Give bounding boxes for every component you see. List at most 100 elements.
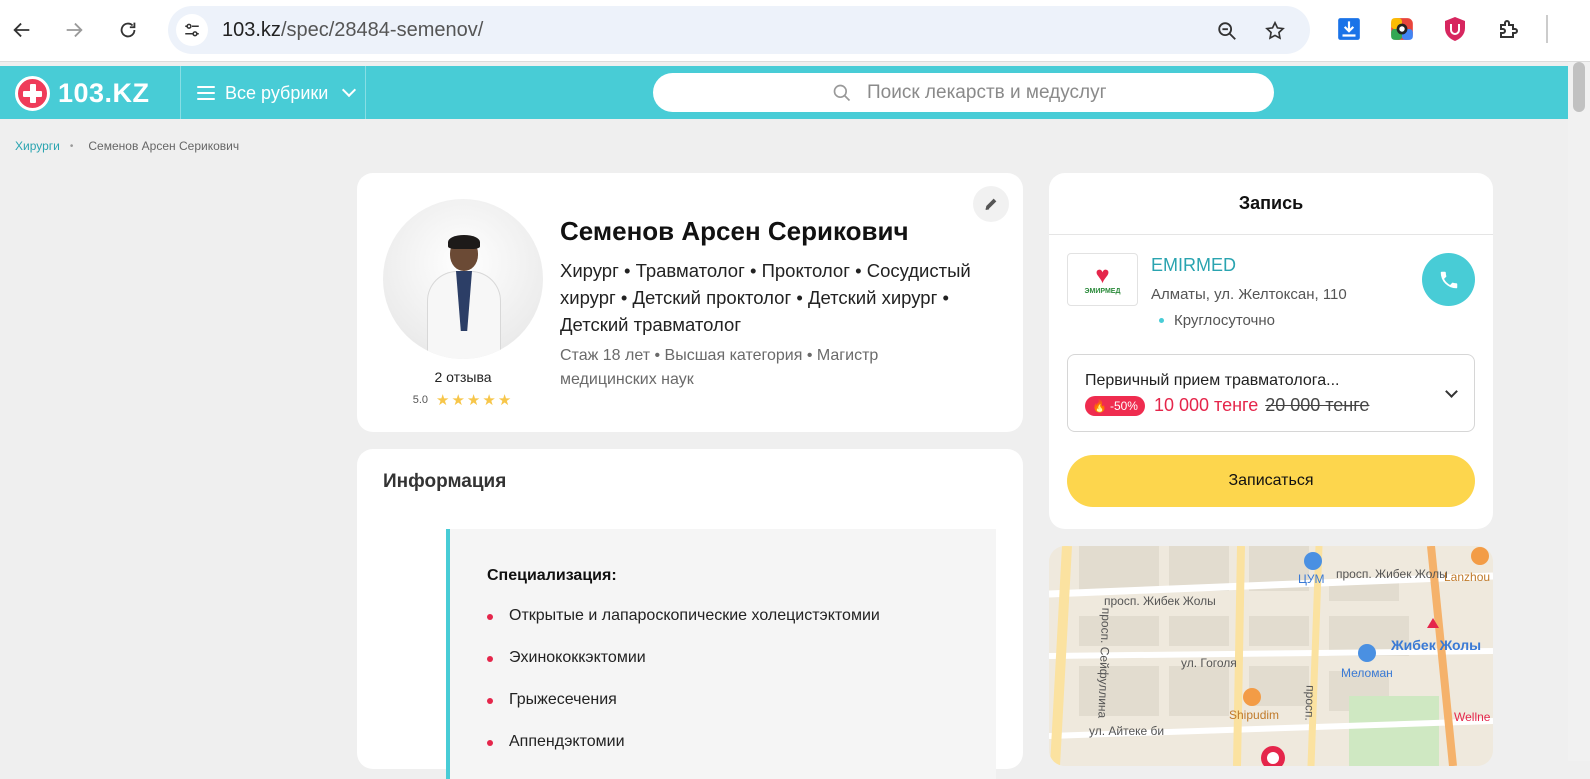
clinic-logo[interactable]: ♥ ЭМИРМЕД (1067, 253, 1138, 306)
search-input[interactable] (867, 81, 1247, 104)
star-outline-icon (1265, 20, 1285, 40)
browser-menu-divider (1542, 14, 1552, 44)
booking-card: Запись ♥ ЭМИРМЕД EMIRMED Алматы, ул. Жел… (1049, 173, 1493, 529)
forward-button[interactable] (58, 14, 90, 46)
clinic-hours-text: Круглосуточно (1174, 312, 1275, 329)
reload-icon (120, 22, 136, 38)
breadcrumb: Хирурги • Семенов Арсен Серикович (15, 139, 239, 153)
download-icon (1338, 18, 1360, 40)
map-label: Wellne (1454, 710, 1491, 724)
site-header: 103.KZ Все рубрики (0, 66, 1568, 119)
puzzle-icon (1500, 20, 1518, 38)
map-label: ул. Гоголя (1181, 656, 1237, 670)
doctor-name: Семенов Арсен Серикович (560, 216, 909, 246)
rating-value: 5.0 (412, 394, 429, 406)
tune-icon (185, 23, 199, 37)
pencil-icon (985, 198, 997, 210)
back-arrow-icon (13, 22, 30, 38)
information-title: Информация (383, 471, 507, 492)
information-card: Информация Специализация: Открытые и лап… (357, 449, 1023, 779)
map-label: Жибек Жолы (1391, 637, 1482, 653)
service-select[interactable]: Первичный прием травматолога... 🔥 -50% 10… (1067, 354, 1475, 432)
map-label: просп. Жибек Жолы (1104, 594, 1216, 608)
breadcrumb-current: Семенов Арсен Серикович (88, 139, 240, 153)
menu-divider (1546, 15, 1548, 43)
bullet-icon (487, 614, 493, 620)
map-label: Меломан (1341, 666, 1393, 680)
list-item: Эхинококкэктомии (487, 649, 880, 691)
chevron-down-icon (342, 82, 357, 98)
header-divider (180, 66, 181, 119)
meta-separator: • (654, 347, 661, 364)
clinic-hours: Круглосуточно (1159, 312, 1275, 329)
edit-button[interactable] (973, 186, 1009, 222)
site-logo[interactable]: 103.KZ (15, 75, 150, 111)
book-appointment-button[interactable]: Записаться (1067, 455, 1475, 507)
booking-title: Запись (1049, 173, 1493, 235)
rubrics-label: Все рубрики (225, 82, 329, 103)
list-item-text: Открытые и лапароскопические холецистэкт… (509, 607, 880, 624)
phone-icon (1440, 271, 1457, 288)
discount-value: -50% (1109, 398, 1138, 413)
reload-button[interactable] (112, 14, 144, 46)
star-icon: ★ (466, 392, 481, 409)
bullet-icon (487, 656, 493, 662)
discount-badge: 🔥 -50% (1085, 395, 1145, 416)
doctor-specialties: Хирург • Травматолог • Проктолог • Сосуд… (560, 260, 971, 335)
zoom-button[interactable] (1214, 18, 1240, 44)
color-extension[interactable] (1387, 14, 1417, 44)
list-item-text: Грыжесечения (509, 691, 617, 708)
price-old: 20 000 тенге (1265, 395, 1370, 415)
address-bar[interactable]: 103.kz/spec/28484-semenov/ (168, 6, 1310, 54)
list-item: Аппендэктомии (487, 733, 880, 775)
specialization-list: Открытые и лапароскопические холецистэкт… (487, 607, 880, 775)
extensions-button[interactable] (1494, 14, 1524, 44)
site-info-button[interactable] (176, 14, 208, 46)
call-button[interactable] (1422, 253, 1475, 306)
price-row: 🔥 -50% 10 000 тенге 20 000 тенге (1085, 395, 1369, 416)
list-item: Открытые и лапароскопические холецистэкт… (487, 607, 880, 649)
specialization-title: Специализация: (487, 567, 617, 584)
search-bar[interactable] (653, 73, 1274, 112)
forward-arrow-icon (66, 22, 83, 38)
logo-text: 103.KZ (58, 77, 150, 108)
back-button[interactable] (6, 14, 38, 46)
star-icon: ★ (436, 392, 450, 409)
page-scrollbar[interactable] (1568, 62, 1590, 761)
all-categories-dropdown[interactable]: Все рубрики (197, 80, 357, 106)
rating: 5.0 ★ ★ ★ ★ ★ (383, 391, 543, 409)
star-icon: ★ (482, 392, 496, 409)
zoom-icon (1218, 22, 1236, 40)
scrollbar-thumb[interactable] (1573, 62, 1585, 112)
bookmark-button[interactable] (1262, 18, 1288, 44)
map-label: просп. Жибек Жолы (1336, 567, 1448, 581)
list-item-text: Эхинококкэктомии (509, 649, 646, 666)
clinic-logo-text: ЭМИРМЕД (1084, 288, 1121, 295)
colorpicker-icon (1391, 18, 1413, 40)
map-label: ул. Айтеке би (1089, 724, 1165, 738)
doctor-meta: Стаж 18 лет • Высшая категория • Магистр… (560, 344, 920, 392)
bullet-icon (487, 698, 493, 704)
cross-logo-icon (15, 75, 50, 111)
clinic-name-link[interactable]: EMIRMED (1151, 255, 1236, 276)
photo-hair (448, 235, 480, 249)
star-icon: ★ (497, 392, 512, 409)
service-name: Первичный прием травматолога... (1085, 372, 1340, 389)
map[interactable]: просп. Жибек Жолы просп. Жибек Жолы ЦУМ … (1049, 546, 1493, 766)
hamburger-icon (197, 86, 215, 100)
breadcrumb-separator: • (69, 140, 74, 152)
browser-toolbar: 103.kz/spec/28484-semenov/ (0, 0, 1590, 62)
map-label: Shipudim (1229, 708, 1280, 722)
map-label: просп. (1302, 684, 1318, 722)
doctor-photo (383, 199, 543, 359)
shield-extension[interactable] (1440, 14, 1470, 44)
breadcrumb-surgeons-link[interactable]: Хирурги (15, 139, 60, 153)
specialization-box: Специализация: Открытые и лапароскопичес… (446, 529, 996, 779)
list-item: Грыжесечения (487, 691, 880, 733)
list-item-text: Аппендэктомии (509, 733, 625, 750)
doctor-experience: Стаж 18 лет (560, 347, 651, 364)
reviews-count-link[interactable]: 2 отзыва (383, 369, 543, 385)
download-extension[interactable] (1334, 14, 1364, 44)
url-host: 103.kz (222, 19, 281, 41)
heart-logo-icon: ♥ (1095, 262, 1110, 289)
